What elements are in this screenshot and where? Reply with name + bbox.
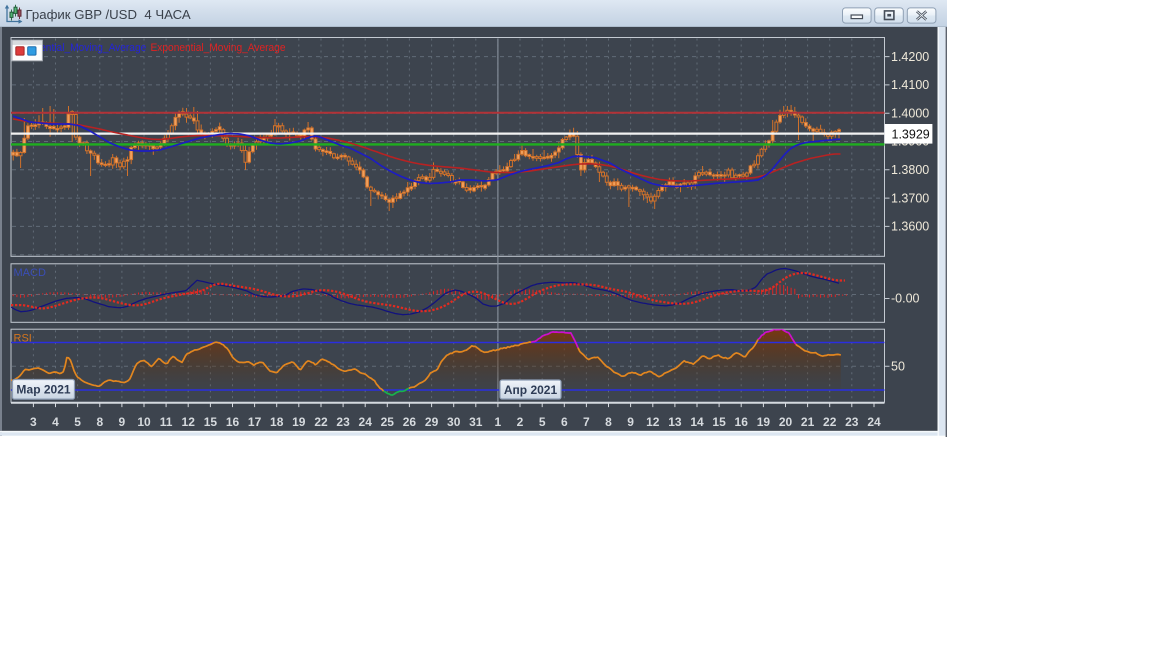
svg-text:График GBP /USD 4 ЧАСА: График GBP /USD 4 ЧАСА [26,7,191,22]
svg-text:21: 21 [801,415,815,429]
svg-text:9: 9 [627,415,634,429]
svg-text:19: 19 [757,415,771,429]
svg-text:11: 11 [160,415,173,429]
svg-text:1.3800: 1.3800 [891,163,929,177]
svg-text:5: 5 [74,415,81,429]
svg-text:6: 6 [561,415,568,429]
svg-text:Апр 2021: Апр 2021 [504,383,558,397]
svg-text:50: 50 [891,360,905,374]
svg-text:30: 30 [447,415,461,429]
svg-text:9: 9 [119,415,126,429]
svg-text:24: 24 [867,415,881,429]
svg-text:17: 17 [248,415,262,429]
svg-text:1: 1 [495,415,502,429]
svg-text:Мар 2021: Мар 2021 [16,383,71,397]
svg-text:5: 5 [539,415,546,429]
svg-text:1.4100: 1.4100 [891,78,929,92]
svg-text:Exponential_Moving_Average: Exponential_Moving_Average [151,42,286,54]
svg-text:12: 12 [182,415,196,429]
svg-text:29: 29 [425,415,439,429]
svg-text:12: 12 [646,415,660,429]
svg-text:3: 3 [30,415,37,429]
svg-text:22: 22 [314,415,328,429]
svg-text:31: 31 [469,415,483,429]
svg-text:10: 10 [137,415,151,429]
svg-text:2: 2 [517,415,524,429]
svg-text:MACD: MACD [14,267,46,279]
svg-text:1.4200: 1.4200 [891,50,929,64]
svg-text:23: 23 [845,415,859,429]
svg-text:16: 16 [735,415,749,429]
svg-text:7: 7 [583,415,590,429]
svg-text:-0.00: -0.00 [891,292,920,306]
svg-text:22: 22 [823,415,837,429]
svg-text:1.3929: 1.3929 [892,128,930,142]
svg-text:26: 26 [403,415,417,429]
svg-text:18: 18 [270,415,284,429]
svg-text:4: 4 [52,415,59,429]
svg-text:8: 8 [605,415,612,429]
svg-text:15: 15 [204,415,218,429]
svg-text:23: 23 [336,415,350,429]
svg-text:15: 15 [712,415,726,429]
svg-text:19: 19 [292,415,306,429]
svg-text:RSI: RSI [14,332,32,344]
svg-text:25: 25 [381,415,395,429]
svg-text:16: 16 [226,415,240,429]
svg-text:20: 20 [779,415,793,429]
svg-text:8: 8 [96,415,103,429]
svg-text:1.4000: 1.4000 [891,106,929,120]
svg-text:24: 24 [359,415,373,429]
svg-text:1.3700: 1.3700 [891,191,929,205]
svg-text:14: 14 [690,415,704,429]
svg-text:13: 13 [668,415,682,429]
svg-text:1.3600: 1.3600 [891,220,929,234]
